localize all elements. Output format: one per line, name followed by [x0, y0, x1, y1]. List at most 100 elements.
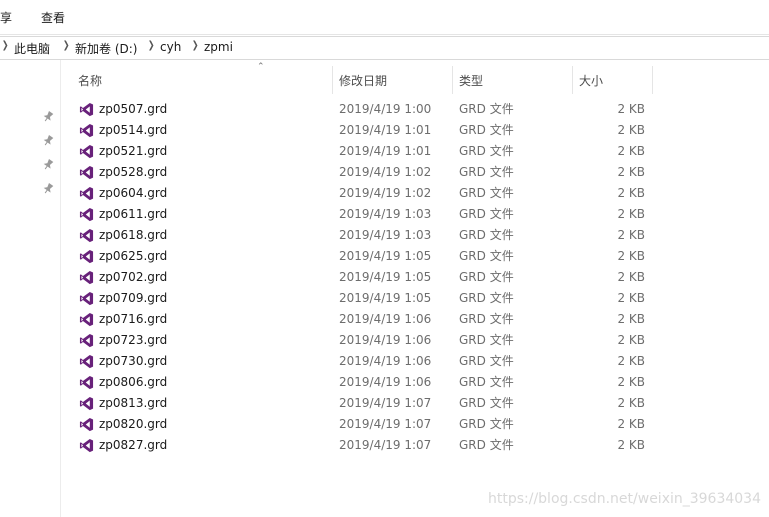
column-divider[interactable]: [332, 66, 333, 94]
file-size: 2 KB: [617, 438, 645, 452]
file-name: zp0702.grd: [99, 270, 168, 284]
file-name: zp0709.grd: [99, 291, 168, 305]
visual-studio-file-icon: [79, 228, 94, 243]
chevron-right-icon[interactable]: ❯: [192, 40, 199, 51]
visual-studio-file-icon: [79, 312, 94, 327]
table-row[interactable]: zp0514.grd 2019/4/19 1:01 GRD 文件 2 KB: [61, 120, 769, 141]
file-type: GRD 文件: [459, 207, 514, 221]
column-divider[interactable]: [652, 66, 653, 94]
table-row[interactable]: zp0611.grd 2019/4/19 1:03 GRD 文件 2 KB: [61, 204, 769, 225]
file-date: 2019/4/19 1:03: [339, 207, 432, 221]
file-size: 2 KB: [617, 354, 645, 368]
file-name: zp0514.grd: [99, 123, 168, 137]
file-type: GRD 文件: [459, 165, 514, 179]
table-row[interactable]: zp0528.grd 2019/4/19 1:02 GRD 文件 2 KB: [61, 162, 769, 183]
table-row[interactable]: zp0820.grd 2019/4/19 1:07 GRD 文件 2 KB: [61, 414, 769, 435]
file-date: 2019/4/19 1:01: [339, 144, 432, 158]
pin-icon[interactable]: [41, 110, 55, 125]
table-row[interactable]: zp0625.grd 2019/4/19 1:05 GRD 文件 2 KB: [61, 246, 769, 267]
visual-studio-file-icon: [79, 291, 94, 306]
file-size: 2 KB: [617, 417, 645, 431]
file-type: GRD 文件: [459, 417, 514, 431]
file-size: 2 KB: [617, 396, 645, 410]
column-divider[interactable]: [572, 66, 573, 94]
table-row[interactable]: zp0723.grd 2019/4/19 1:06 GRD 文件 2 KB: [61, 330, 769, 351]
file-size: 2 KB: [617, 165, 645, 179]
column-header-size[interactable]: 大小: [579, 72, 603, 89]
file-date: 2019/4/19 1:05: [339, 270, 432, 284]
navigation-pane[interactable]: [0, 60, 61, 517]
chevron-right-icon[interactable]: ❯: [63, 40, 70, 51]
visual-studio-file-icon: [79, 333, 94, 348]
visual-studio-file-icon: [79, 417, 94, 432]
file-size: 2 KB: [617, 312, 645, 326]
column-divider[interactable]: [452, 66, 453, 94]
table-row[interactable]: zp0806.grd 2019/4/19 1:06 GRD 文件 2 KB: [61, 372, 769, 393]
breadcrumb-zpmi[interactable]: zpmi: [204, 40, 233, 54]
visual-studio-file-icon: [79, 396, 94, 411]
table-row[interactable]: zp0827.grd 2019/4/19 1:07 GRD 文件 2 KB: [61, 435, 769, 456]
breadcrumb[interactable]: ❯ 此电脑 ❯ 新加卷 (D:) ❯ cyh ❯ zpmi: [0, 36, 769, 60]
file-name: zp0806.grd: [99, 375, 168, 389]
tab-share[interactable]: 享: [0, 9, 12, 26]
file-name: zp0625.grd: [99, 249, 168, 263]
file-name: zp0507.grd: [99, 102, 168, 116]
file-size: 2 KB: [617, 375, 645, 389]
file-name: zp0618.grd: [99, 228, 168, 242]
file-date: 2019/4/19 1:05: [339, 291, 432, 305]
file-date: 2019/4/19 1:03: [339, 228, 432, 242]
visual-studio-file-icon: [79, 249, 94, 264]
table-row[interactable]: zp0709.grd 2019/4/19 1:05 GRD 文件 2 KB: [61, 288, 769, 309]
breadcrumb-this-pc[interactable]: 此电脑: [14, 40, 50, 57]
watermark: https://blog.csdn.net/weixin_39634034: [487, 491, 761, 507]
file-size: 2 KB: [617, 144, 645, 158]
file-name: zp0528.grd: [99, 165, 168, 179]
visual-studio-file-icon: [79, 144, 94, 159]
table-row[interactable]: zp0507.grd 2019/4/19 1:00 GRD 文件 2 KB: [61, 99, 769, 120]
chevron-right-icon[interactable]: ❯: [2, 40, 9, 51]
visual-studio-file-icon: [79, 375, 94, 390]
table-row[interactable]: zp0730.grd 2019/4/19 1:06 GRD 文件 2 KB: [61, 351, 769, 372]
table-row[interactable]: zp0813.grd 2019/4/19 1:07 GRD 文件 2 KB: [61, 393, 769, 414]
ribbon-tabs: 享 查看: [0, 0, 769, 35]
column-header-type[interactable]: 类型: [459, 72, 483, 89]
file-type: GRD 文件: [459, 438, 514, 452]
table-row[interactable]: zp0716.grd 2019/4/19 1:06 GRD 文件 2 KB: [61, 309, 769, 330]
pin-icon[interactable]: [41, 134, 55, 149]
file-type: GRD 文件: [459, 396, 514, 410]
chevron-right-icon[interactable]: ❯: [148, 40, 155, 51]
visual-studio-file-icon: [79, 123, 94, 138]
table-row[interactable]: zp0702.grd 2019/4/19 1:05 GRD 文件 2 KB: [61, 267, 769, 288]
table-row[interactable]: zp0618.grd 2019/4/19 1:03 GRD 文件 2 KB: [61, 225, 769, 246]
file-name: zp0716.grd: [99, 312, 168, 326]
column-header-date[interactable]: 修改日期: [339, 72, 387, 89]
breadcrumb-drive-d[interactable]: 新加卷 (D:): [75, 40, 137, 57]
file-size: 2 KB: [617, 249, 645, 263]
file-size: 2 KB: [617, 102, 645, 116]
file-type: GRD 文件: [459, 144, 514, 158]
visual-studio-file-icon: [79, 165, 94, 180]
file-date: 2019/4/19 1:06: [339, 312, 432, 326]
file-date: 2019/4/19 1:06: [339, 375, 432, 389]
file-name: zp0611.grd: [99, 207, 168, 221]
tab-view[interactable]: 查看: [41, 9, 65, 26]
pin-icon[interactable]: [41, 182, 55, 197]
file-size: 2 KB: [617, 186, 645, 200]
file-name: zp0723.grd: [99, 333, 168, 347]
file-name: zp0604.grd: [99, 186, 168, 200]
column-header-name[interactable]: 名称: [78, 72, 102, 89]
file-date: 2019/4/19 1:02: [339, 165, 432, 179]
visual-studio-file-icon: [79, 270, 94, 285]
file-name: zp0827.grd: [99, 438, 168, 452]
file-type: GRD 文件: [459, 354, 514, 368]
file-size: 2 KB: [617, 123, 645, 137]
file-size: 2 KB: [617, 270, 645, 284]
file-date: 2019/4/19 1:06: [339, 333, 432, 347]
pin-icon[interactable]: [41, 158, 55, 173]
breadcrumb-cyh[interactable]: cyh: [160, 40, 181, 54]
table-row[interactable]: zp0521.grd 2019/4/19 1:01 GRD 文件 2 KB: [61, 141, 769, 162]
file-date: 2019/4/19 1:02: [339, 186, 432, 200]
table-row[interactable]: zp0604.grd 2019/4/19 1:02 GRD 文件 2 KB: [61, 183, 769, 204]
file-date: 2019/4/19 1:01: [339, 123, 432, 137]
file-name: zp0521.grd: [99, 144, 168, 158]
